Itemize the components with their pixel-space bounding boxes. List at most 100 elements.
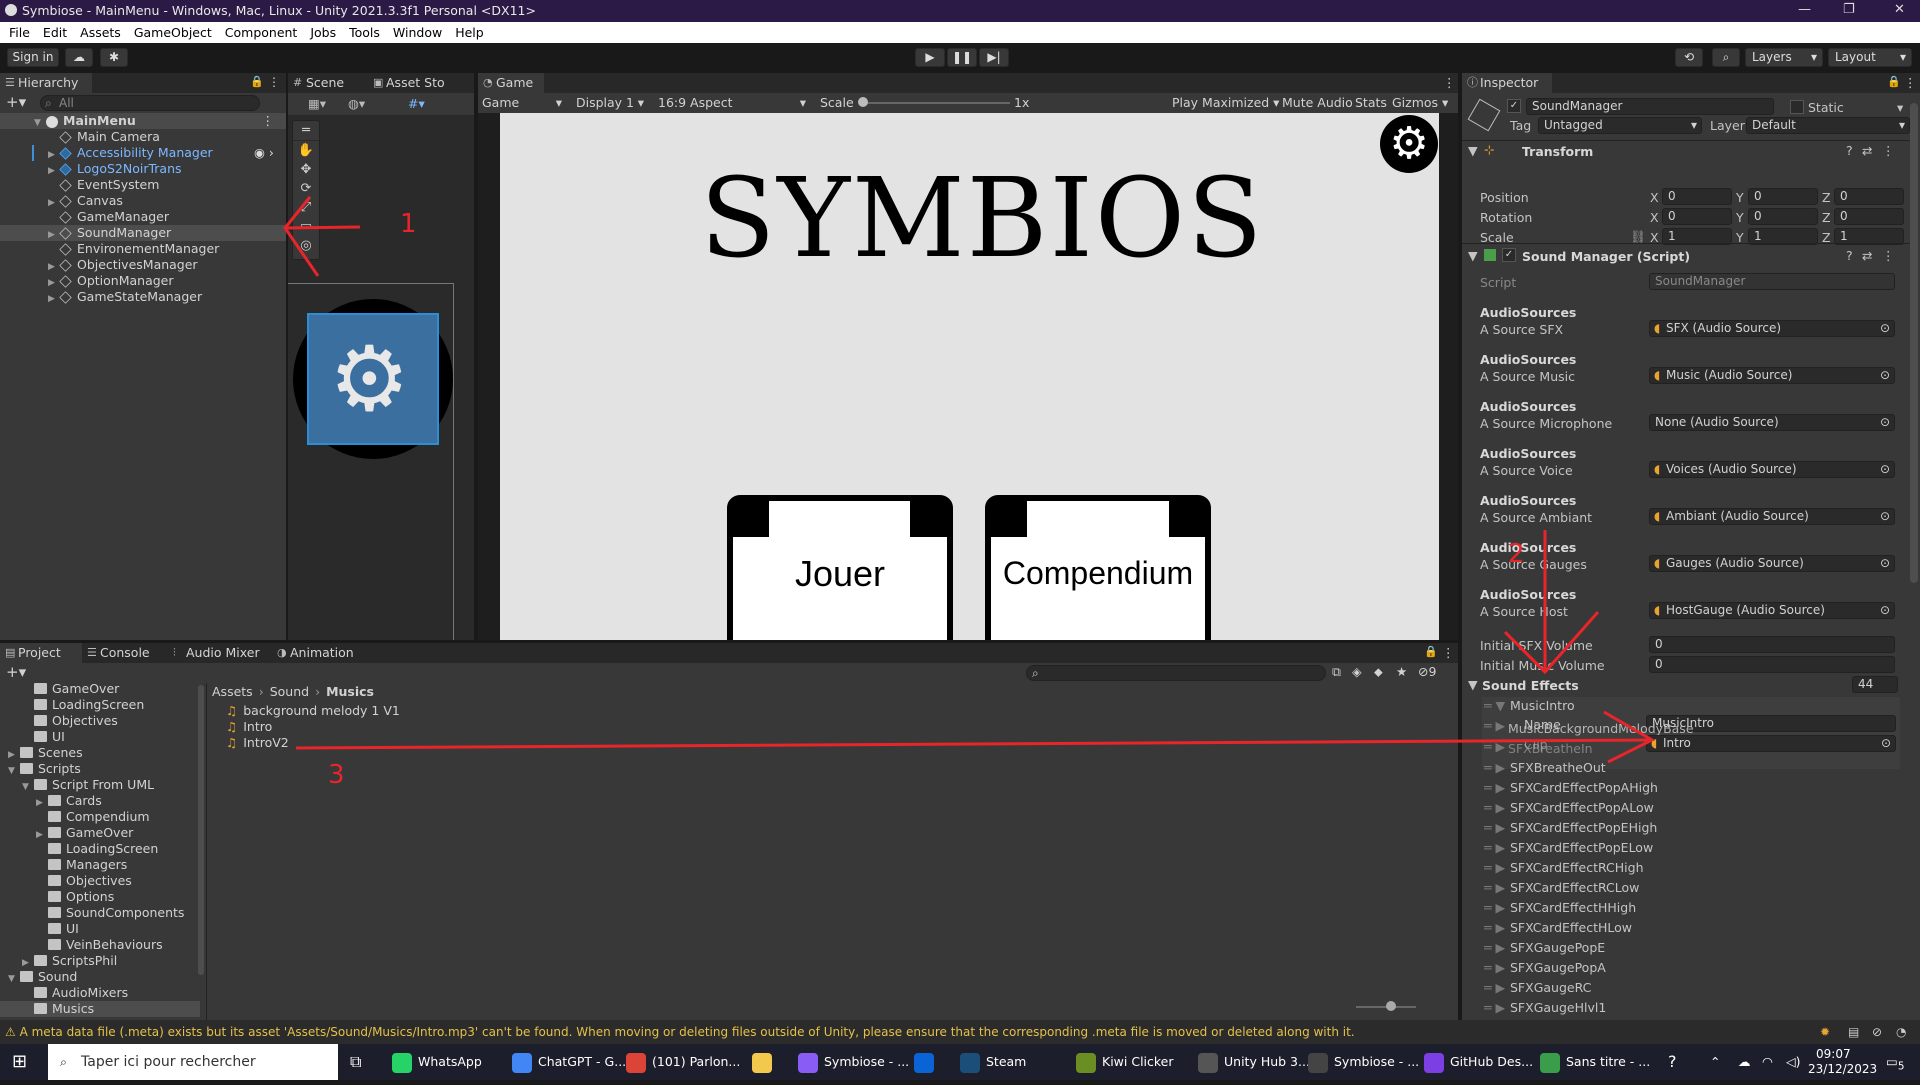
transform-position-y[interactable]: 0 xyxy=(1748,188,1818,205)
project-folder[interactable]: LoadingScreen xyxy=(0,697,200,713)
preset-icon[interactable]: ⇄ xyxy=(1862,248,1872,263)
sound-effect-item[interactable]: SFXCardEffectRCHigh xyxy=(1510,860,1644,875)
audio-source-field[interactable]: ◖ SFX (Audio Source) ⊙ xyxy=(1649,320,1895,337)
scale-tool-icon[interactable]: ⤢ xyxy=(293,198,319,217)
hierarchy-search-input[interactable]: ⌕ All xyxy=(40,95,260,111)
lock-icon[interactable]: 🔒 xyxy=(1424,645,1438,658)
play-button[interactable]: Jouer xyxy=(730,553,950,595)
grid-snap-icon[interactable]: #▾ xyxy=(408,96,425,111)
audio-file-item[interactable]: ♫ IntroV2 xyxy=(226,735,289,751)
drag-handle-icon[interactable]: ═ ▶ xyxy=(1484,960,1505,975)
taskbar-app[interactable] xyxy=(914,1044,940,1080)
taskbar-app[interactable]: Symbiose - ... xyxy=(1308,1044,1419,1080)
drag-handle-icon[interactable]: ═ ▶ xyxy=(1484,1000,1505,1015)
sound-effect-item[interactable]: SFXCardEffectHHigh xyxy=(1510,900,1636,915)
transform-position-x[interactable]: 0 xyxy=(1662,188,1732,205)
hierarchy-item[interactable]: GameManager xyxy=(0,209,286,225)
layer-dropdown[interactable]: Default ▾ xyxy=(1746,117,1910,134)
taskbar-app[interactable]: GitHub Des... xyxy=(1424,1044,1533,1080)
more-icon[interactable]: ⋮ xyxy=(268,75,280,89)
sfx-volume-input[interactable]: 0 xyxy=(1649,636,1895,653)
sound-effect-item[interactable]: SFXCardEffectPopELow xyxy=(1510,840,1653,855)
drag-handle-icon[interactable]: ═ ▶ xyxy=(1484,780,1505,795)
taskbar-search[interactable]: ⌕ Taper ici pour rechercher xyxy=(48,1044,338,1080)
tag-dropdown[interactable]: Untagged ▾ xyxy=(1538,117,1702,134)
filter-type-icon[interactable]: ⧉ xyxy=(1332,664,1341,680)
object-picker-icon[interactable]: ⊙ xyxy=(1880,509,1890,524)
menu-gameobject[interactable]: GameObject xyxy=(134,22,212,43)
sound-effect-item[interactable]: SFXCardEffectPopAHigh xyxy=(1510,780,1658,795)
sound-effect-item[interactable]: SFXCardEffectPopALow xyxy=(1510,800,1654,815)
tab-game[interactable]: ◔ Game xyxy=(478,73,544,93)
project-folder[interactable]: Musics xyxy=(0,1001,200,1017)
collab-icon[interactable]: ✱ xyxy=(100,48,128,67)
drag-handle-icon[interactable]: ═ ▶ xyxy=(1484,800,1505,815)
scale-slider-handle[interactable] xyxy=(858,97,868,107)
taskbar-app[interactable]: WhatsApp xyxy=(392,1044,482,1080)
object-name-input[interactable]: SoundManager xyxy=(1526,98,1774,115)
drag-handle-icon[interactable]: ═ ▶ xyxy=(1484,940,1505,955)
project-folder[interactable]: Objectives xyxy=(0,873,200,889)
tab-hierarchy[interactable]: ☰ Hierarchy xyxy=(0,73,92,93)
project-folder[interactable]: UI xyxy=(0,921,200,937)
pause-button[interactable]: ❚❚ xyxy=(947,48,977,67)
search-icon[interactable]: ⌕ xyxy=(1712,48,1740,67)
tag-icon[interactable]: ⬥ xyxy=(1374,664,1383,680)
drag-handle-icon[interactable]: ═ ▶ xyxy=(1484,840,1505,855)
project-folder[interactable]: UI xyxy=(0,729,200,745)
compendium-button[interactable]: Compendium xyxy=(988,555,1208,592)
hierarchy-item[interactable]: ▶ ObjectivesManager xyxy=(0,257,286,273)
object-picker-icon[interactable]: ⊙ xyxy=(1881,736,1891,751)
project-folder[interactable]: ▶ ScriptsPhil xyxy=(0,953,200,969)
hierarchy-item[interactable]: ▶ SoundManager xyxy=(0,225,286,241)
transform-header[interactable]: ▼ ⊹ Transform ? ⇄ ⋮ xyxy=(1462,141,1914,161)
expand-arrow-icon[interactable]: ▶ xyxy=(48,291,60,307)
maximize-icon[interactable]: ❐ xyxy=(1843,2,1855,17)
hierarchy-item[interactable]: ▶ Accessibility Manager ◉ › xyxy=(0,145,286,161)
project-search-input[interactable]: ⌕ xyxy=(1026,665,1326,681)
object-picker-icon[interactable]: ⊙ xyxy=(1880,556,1890,571)
bug-icon[interactable]: ✹ xyxy=(1820,1020,1830,1044)
help-icon[interactable]: ? xyxy=(1846,248,1853,263)
sound-effect-item[interactable]: SFXCardEffectHLow xyxy=(1510,920,1632,935)
tab-inspector[interactable]: ⓘ Inspector xyxy=(1462,73,1552,93)
notification-icon[interactable]: ▭5 xyxy=(1886,1044,1904,1080)
drag-handle-icon[interactable]: ═ ▶ xyxy=(1484,920,1505,935)
taskbar-app[interactable]: Kiwi Clicker xyxy=(1076,1044,1174,1080)
transform-rotation-y[interactable]: 0 xyxy=(1748,208,1818,225)
add-icon[interactable]: +▾ xyxy=(6,663,26,681)
project-folder[interactable]: LoadingScreen xyxy=(0,841,200,857)
drag-handle-icon[interactable]: ═ ▶ xyxy=(1484,820,1505,835)
hierarchy-item[interactable]: ▶ LogoS2NoirTrans xyxy=(0,161,286,177)
audio-source-field[interactable]: ◖ Music (Audio Source) ⊙ xyxy=(1649,367,1895,384)
clock-time[interactable]: 09:07 xyxy=(1816,1047,1851,1062)
taskbar-app[interactable] xyxy=(752,1044,778,1080)
project-folder[interactable]: GameOver xyxy=(0,683,200,697)
sound-effect-item[interactable]: SFXGaugePopE xyxy=(1510,940,1605,955)
globe-icon[interactable]: ◍▾ xyxy=(348,96,365,111)
add-icon[interactable]: +▾ xyxy=(6,93,26,111)
minimize-icon[interactable]: — xyxy=(1798,2,1811,17)
progress-icon[interactable]: ◔ xyxy=(1896,1020,1906,1044)
transform-tool-icon[interactable]: ◎ xyxy=(293,236,319,255)
drag-handle-icon[interactable]: ═ ▶ xyxy=(1484,900,1505,915)
menu-help[interactable]: Help xyxy=(455,22,484,43)
more-icon[interactable]: ⋮ xyxy=(1442,645,1455,660)
lock-icon[interactable]: 🔒 xyxy=(1887,75,1901,88)
inspector-scrollbar[interactable] xyxy=(1910,103,1918,583)
taskbar-app[interactable]: Symbiose - ... xyxy=(798,1044,909,1080)
component-enabled-checkbox[interactable]: ✓ xyxy=(1502,248,1516,262)
drag-handle-icon[interactable]: ═ ▶ xyxy=(1484,980,1505,995)
stats-toggle[interactable]: Stats xyxy=(1355,95,1387,110)
drag-handle-icon[interactable]: ═ ▶ xyxy=(1484,880,1505,895)
console-status-bar[interactable]: ⚠ A meta data file (.meta) exists but it… xyxy=(0,1020,1920,1044)
close-icon[interactable]: ✕ xyxy=(1894,2,1905,17)
hierarchy-item[interactable]: Main Camera xyxy=(0,129,286,145)
audio-file-item[interactable]: ♫ background melody 1 V1 xyxy=(226,703,400,719)
project-folder[interactable]: Compendium xyxy=(0,809,200,825)
network-icon[interactable]: ▤ xyxy=(1848,1020,1859,1044)
game-view[interactable]: ⚙ SYMBIOS Jouer Compendium xyxy=(500,113,1439,640)
tab-audio-mixer[interactable]: ⫶ Audio Mixer xyxy=(168,643,272,663)
sound-effects-foldout[interactable]: Sound Effects xyxy=(1482,678,1579,693)
project-folder[interactable]: SoundComponents xyxy=(0,905,200,921)
